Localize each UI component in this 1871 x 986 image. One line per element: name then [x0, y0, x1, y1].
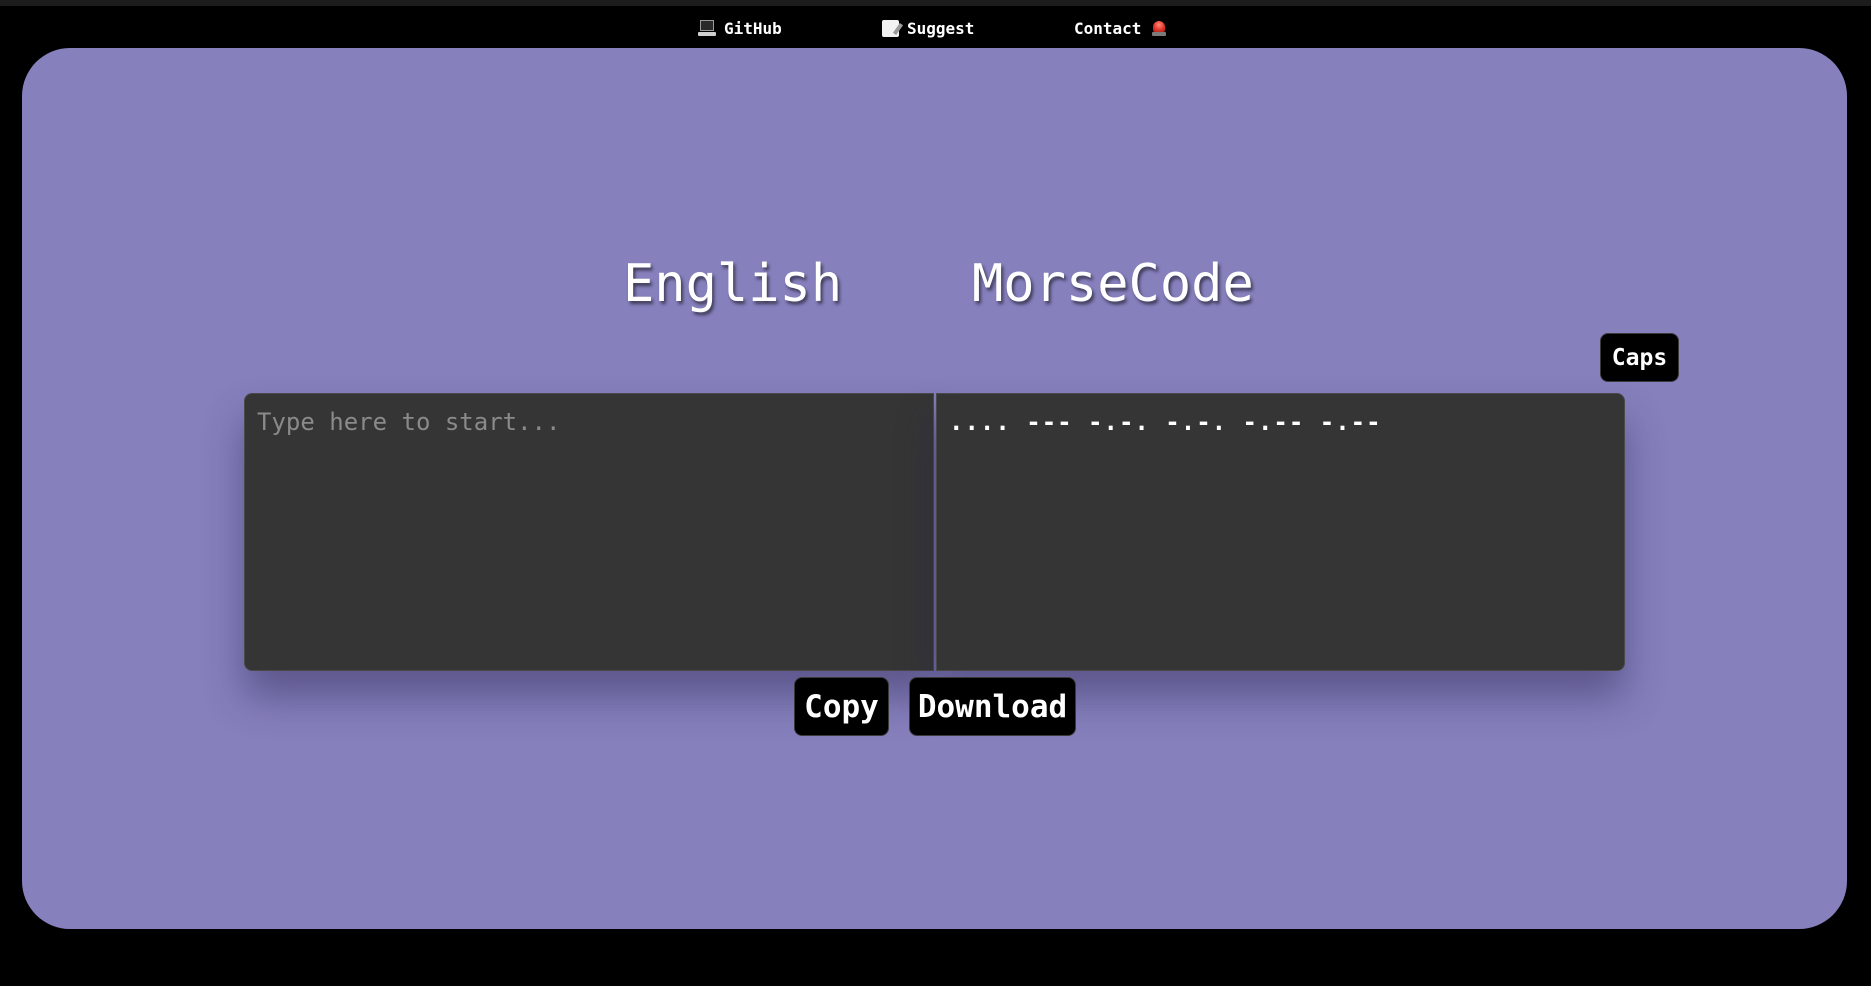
- memo-icon: [882, 19, 904, 37]
- morse-output[interactable]: .... --- -.-. -.-. -.-- -.--: [936, 393, 1625, 671]
- english-input[interactable]: [244, 393, 934, 671]
- nav-github-link[interactable]: GitHub: [698, 14, 782, 42]
- nav-github-label: GitHub: [724, 18, 782, 38]
- nav-suggest-label: Suggest: [907, 18, 975, 38]
- siren-icon: [1151, 20, 1167, 36]
- english-heading: English: [623, 254, 843, 314]
- download-button[interactable]: Download: [909, 677, 1076, 736]
- morse-heading: MorseCode: [972, 254, 1254, 314]
- top-nav: GitHub Suggest Contact: [0, 14, 1871, 42]
- copy-button[interactable]: Copy: [794, 677, 889, 736]
- window-top-edge: [0, 0, 1871, 6]
- laptop-icon: [698, 20, 716, 36]
- nav-contact-link[interactable]: Contact: [1074, 14, 1175, 42]
- nav-contact-label: Contact: [1074, 18, 1142, 38]
- nav-suggest-link[interactable]: Suggest: [882, 14, 974, 42]
- caps-button[interactable]: Caps: [1600, 333, 1679, 382]
